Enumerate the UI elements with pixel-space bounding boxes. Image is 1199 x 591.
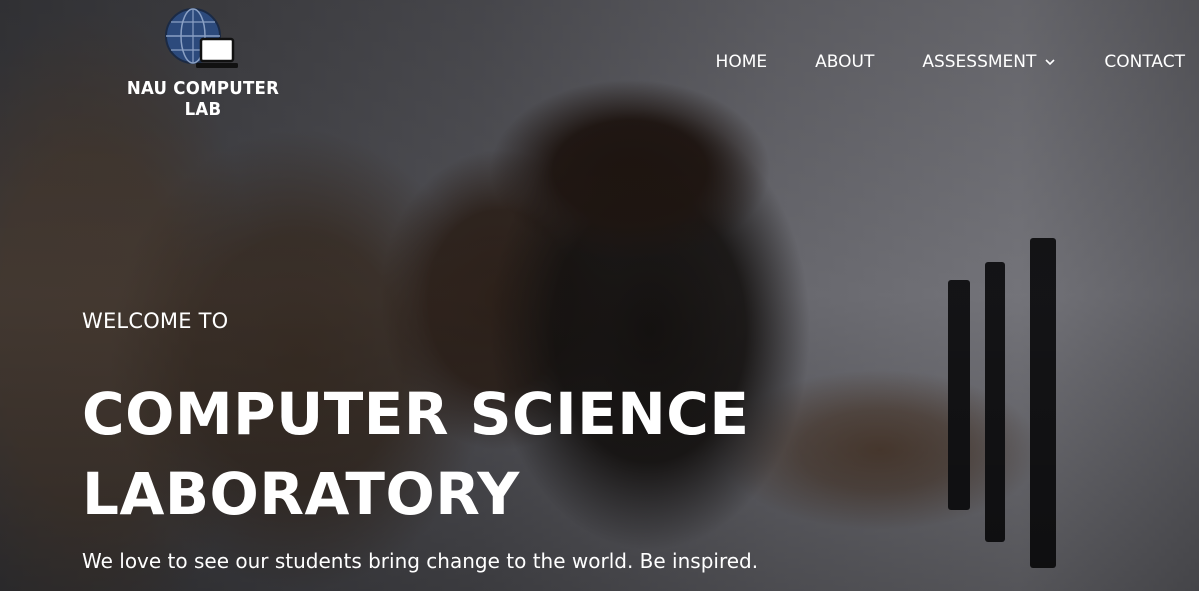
nav-item-label: ASSESSMENT xyxy=(922,52,1037,72)
globe-laptop-icon xyxy=(165,8,238,68)
chevron-down-icon xyxy=(1045,59,1055,66)
nav-item-label: CONTACT xyxy=(1104,52,1185,72)
hero-eyebrow: WELCOME TO xyxy=(82,309,229,333)
hero-tagline: We love to see our students bring change… xyxy=(82,549,759,573)
nav-item-home[interactable]: HOME xyxy=(716,52,768,72)
nav-item-about[interactable]: ABOUT xyxy=(815,52,874,72)
nav-item-label: ABOUT xyxy=(815,52,875,72)
hero-title-line: LABORATORY xyxy=(82,460,520,528)
nav-item-label: HOME xyxy=(715,52,768,72)
site-logo[interactable]: NAU COMPUTER LAB xyxy=(113,6,293,120)
hero-title-line: COMPUTER SCIENCE xyxy=(82,380,750,448)
hero-title: COMPUTER SCIENCE LABORATORY xyxy=(82,374,802,534)
nav-item-contact[interactable]: CONTACT xyxy=(1104,52,1185,72)
logo-text: NAU COMPUTER LAB xyxy=(126,78,280,120)
nav-item-assessment[interactable]: ASSESSMENT xyxy=(922,52,1056,72)
main-navigation: HOME ABOUT ASSESSMENT CONTACT xyxy=(716,50,1185,74)
